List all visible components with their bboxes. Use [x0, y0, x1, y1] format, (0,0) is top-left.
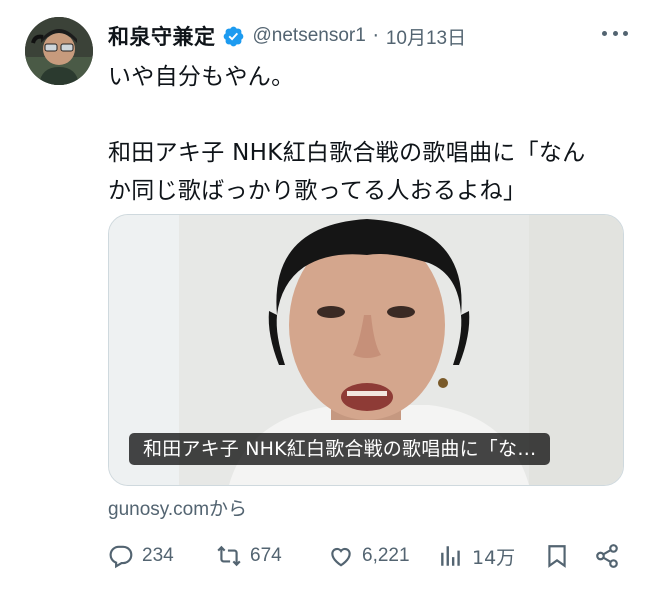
source-suffix: から — [209, 498, 248, 520]
bookmark-button[interactable] — [544, 539, 570, 573]
tweet-header: 和泉守兼定 @netsensor1 · 10月13日 — [108, 18, 630, 54]
link-card[interactable]: 和田アキ子 NHK紅白歌合戦の歌唱曲に「な… — [108, 214, 624, 486]
card-caption: 和田アキ子 NHK紅白歌合戦の歌唱曲に「な… — [129, 433, 551, 465]
tweet-text: いや自分もやん。 和田アキ子 NHK紅白歌合戦の歌唱曲に「なん か同じ歌ばっかり… — [108, 58, 628, 210]
retweet-count: 674 — [250, 545, 282, 566]
avatar-image — [25, 17, 93, 85]
like-count: 6,221 — [362, 545, 410, 566]
reply-count: 234 — [142, 545, 174, 566]
more-icon[interactable] — [602, 31, 628, 39]
tweet-line: か同じ歌ばっかり歌ってる人おるよね」 — [108, 178, 527, 204]
action-bar: 234 674 6,221 14万 — [108, 539, 623, 573]
tweet-line: いや自分もやん。 — [108, 64, 295, 90]
verified-badge-icon — [223, 26, 243, 46]
retweet-button[interactable]: 674 — [216, 539, 282, 573]
timestamp[interactable]: 10月13日 — [386, 23, 466, 50]
share-button[interactable] — [594, 539, 620, 573]
views-icon — [441, 546, 460, 566]
source-domain: gunosy.com — [108, 499, 210, 520]
separator-dot: · — [372, 25, 379, 47]
views-button[interactable]: 14万 — [438, 539, 515, 573]
share-icon — [596, 544, 618, 568]
retweet-icon — [217, 545, 241, 567]
like-button[interactable]: 6,221 — [328, 539, 410, 573]
avatar[interactable] — [25, 17, 93, 85]
display-name[interactable]: 和泉守兼定 — [108, 21, 216, 51]
bookmark-icon — [548, 545, 566, 568]
card-source[interactable]: gunosy.comから — [108, 494, 247, 521]
tweet-line: 和田アキ子 NHK紅白歌合戦の歌唱曲に「なん — [108, 140, 586, 166]
views-count: 14万 — [472, 546, 516, 569]
handle[interactable]: @netsensor1 — [253, 25, 366, 47]
reply-icon — [109, 545, 133, 569]
reply-button[interactable]: 234 — [108, 539, 174, 573]
like-icon — [331, 547, 351, 567]
